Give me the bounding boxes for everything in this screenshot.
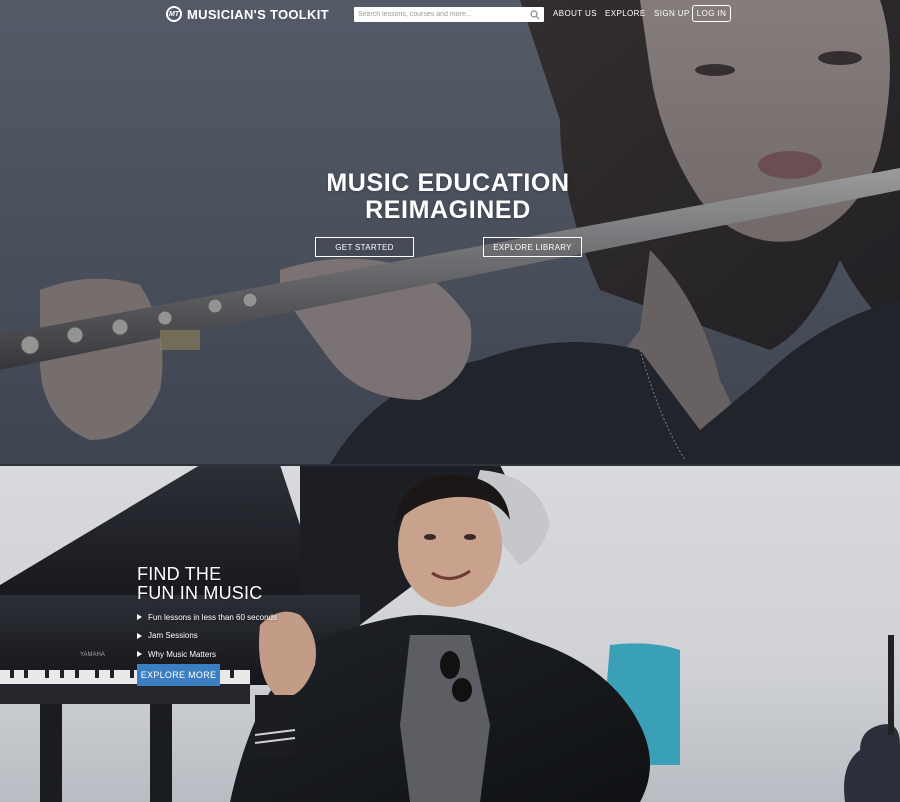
section-divider — [0, 464, 900, 466]
nav-link-explore[interactable]: EXPLORE — [605, 9, 646, 18]
feature-list-item-jam-sessions[interactable]: Jam Sessions — [137, 627, 277, 646]
nav-link-about-us[interactable]: ABOUT US — [553, 9, 597, 18]
feature-title-line-1: FIND THE — [137, 564, 222, 584]
explore-library-button[interactable]: EXPLORE LIBRARY — [483, 237, 582, 257]
feature-background-image: YAMAHA — [0, 465, 900, 802]
feature-list-item-label: Why Music Matters — [148, 649, 217, 659]
search-bar — [354, 7, 544, 22]
feature-list-item-why-music-matters[interactable]: Why Music Matters — [137, 645, 277, 664]
triangle-right-icon — [137, 651, 142, 658]
hero-title: MUSIC EDUCATION REIMAGINED — [0, 170, 896, 224]
top-navbar: MT MUSICIAN'S TOOLKIT ABOUT US EXPLORE S… — [0, 0, 900, 28]
search-input[interactable] — [354, 7, 522, 22]
explore-more-button[interactable]: EXPLORE MORE — [137, 664, 220, 686]
piano-brand-label: YAMAHA — [80, 652, 105, 658]
feature-list-item-label: Jam Sessions — [148, 631, 198, 641]
brand-mark-icon: MT — [166, 6, 182, 22]
hero-section: MT MUSICIAN'S TOOLKIT ABOUT US EXPLORE S… — [0, 0, 900, 464]
triangle-right-icon — [137, 614, 142, 621]
feature-list-item-label: Fun lessons in less than 60 seconds — [148, 612, 277, 622]
feature-title: FIND THE FUN IN MUSIC — [137, 565, 262, 603]
brand-name: MUSICIAN'S TOOLKIT — [187, 6, 329, 22]
hero-dark-overlay — [0, 0, 900, 464]
nav-link-sign-up[interactable]: SIGN UP — [654, 9, 690, 18]
feature-title-line-2: FUN IN MUSIC — [137, 583, 263, 603]
get-started-button[interactable]: GET STARTED — [315, 237, 414, 257]
hero-title-line-1: MUSIC EDUCATION — [326, 169, 570, 197]
triangle-right-icon — [137, 632, 142, 639]
feature-section: YAMAHA FIND THE FUN IN MUSIC Fun lessons… — [0, 465, 900, 802]
search-icon[interactable] — [530, 10, 540, 20]
feature-list: Fun lessons in less than 60 seconds Jam … — [137, 608, 277, 664]
feature-list-item-fun-lessons[interactable]: Fun lessons in less than 60 seconds — [137, 608, 277, 627]
login-button[interactable]: LOG IN — [692, 5, 731, 22]
brand-logo[interactable]: MT MUSICIAN'S TOOLKIT — [166, 5, 329, 23]
hero-title-line-2: REIMAGINED — [365, 196, 531, 224]
